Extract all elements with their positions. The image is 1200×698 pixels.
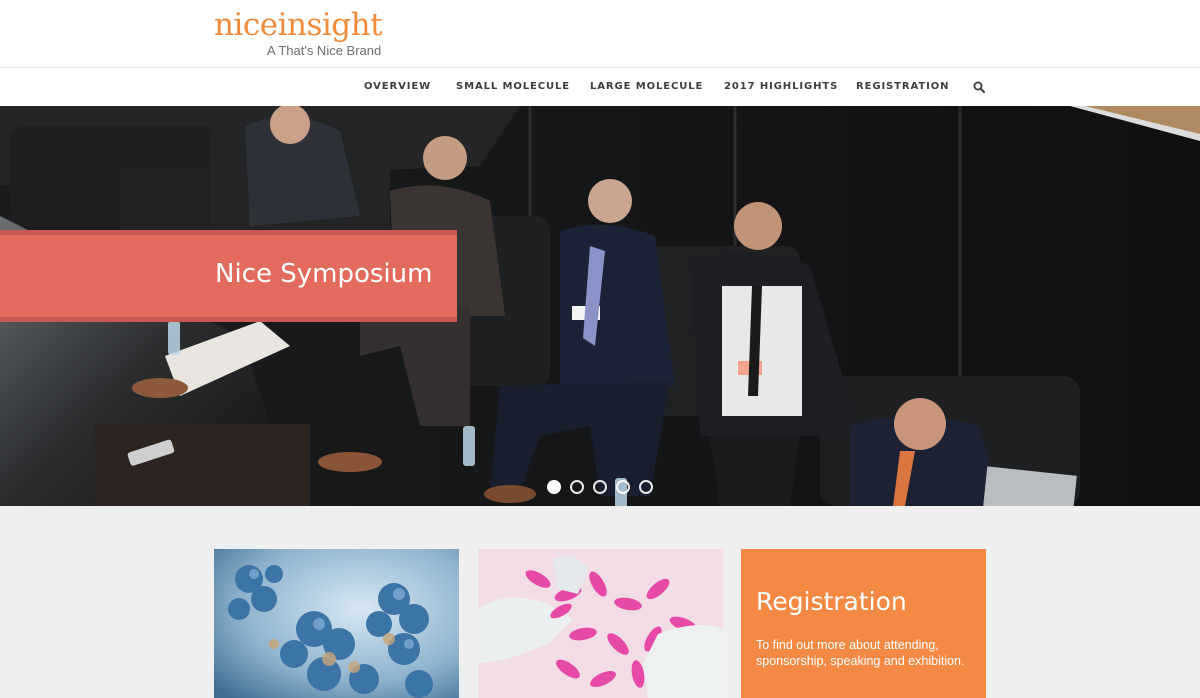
hero-title-banner: Nice Symposium [0, 230, 457, 322]
antibody-image [214, 549, 459, 698]
pills-image [478, 549, 723, 698]
feature-cards: Registration To find out more about atte… [0, 506, 1200, 698]
logo-tagline: A That's Nice Brand [267, 43, 382, 58]
logo[interactable]: niceinsight A That's Nice Brand [214, 8, 383, 59]
card-large-molecule[interactable] [214, 549, 459, 698]
nav-item-2017-highlights[interactable]: 2017 HIGHLIGHTS [724, 81, 838, 92]
nav-item-overview[interactable]: OVERVIEW [364, 81, 431, 92]
slider-dot-5[interactable] [639, 480, 653, 494]
nav-item-small-molecule[interactable]: SMALL MOLECULE [456, 81, 570, 92]
search-icon[interactable] [973, 80, 985, 93]
card-registration[interactable]: Registration To find out more about atte… [741, 549, 986, 698]
main-nav: OVERVIEW SMALL MOLECULE LARGE MOLECULE 2… [0, 68, 1200, 106]
nav-item-registration[interactable]: REGISTRATION [856, 81, 949, 92]
logo-text[interactable]: niceinsight [214, 8, 383, 42]
registration-title[interactable]: Registration [756, 587, 907, 616]
slider-dot-2[interactable] [570, 480, 584, 494]
slider-dot-4[interactable] [616, 480, 630, 494]
registration-description: To find out more about attending, sponso… [756, 638, 965, 668]
site-header: niceinsight A That's Nice Brand [0, 0, 1200, 68]
hero-slider[interactable]: Nice Symposium [0, 106, 1200, 506]
slider-dot-3[interactable] [593, 480, 607, 494]
card-small-molecule[interactable] [478, 549, 723, 698]
hero-title: Nice Symposium [215, 259, 433, 289]
nav-item-large-molecule[interactable]: LARGE MOLECULE [590, 81, 703, 92]
slider-dot-1[interactable] [547, 480, 561, 494]
